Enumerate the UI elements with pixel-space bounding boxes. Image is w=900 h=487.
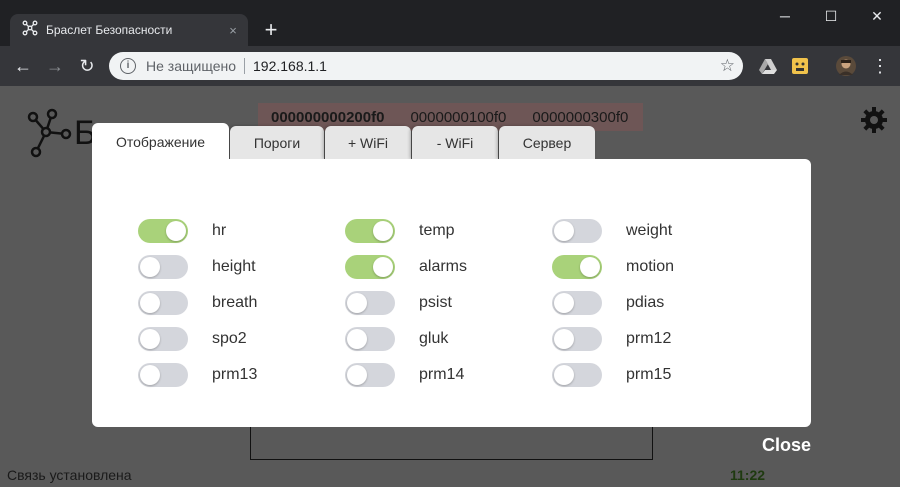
network-favicon-icon [22, 20, 38, 41]
toggle-label: alarms [419, 258, 468, 275]
toggle-label: temp [419, 222, 455, 239]
toggle-knob [347, 293, 367, 313]
toggle-row: prm13 [138, 363, 257, 387]
toggle-row: hr [138, 219, 226, 243]
toggle-row: weight [552, 219, 672, 243]
toggle-knob [554, 329, 574, 349]
toggle-knob [347, 329, 367, 349]
tab-server[interactable]: Сервер [499, 126, 595, 159]
toggle-label: prm13 [212, 366, 258, 383]
toggle-row: prm14 [345, 363, 464, 387]
info-icon[interactable]: i [120, 58, 136, 74]
toggle-label: psist [419, 294, 452, 311]
close-button[interactable]: Close [762, 435, 811, 456]
address-divider [244, 58, 245, 74]
toggle-row: breath [138, 291, 257, 315]
toggle-row: spo2 [138, 327, 247, 351]
toggle-knob [580, 257, 600, 277]
toggle-row: alarms [345, 255, 467, 279]
new-tab-button[interactable]: + [258, 17, 284, 43]
browser-menu-icon[interactable]: ⋮ [866, 52, 894, 80]
profile-avatar[interactable] [836, 56, 856, 76]
toggle-label: prm15 [626, 366, 672, 383]
device-tab-2[interactable]: 0000000100f0 [397, 109, 519, 126]
toggle-switch-motion[interactable] [552, 255, 602, 279]
forward-button[interactable]: → [41, 52, 69, 80]
bookmark-star-icon[interactable]: ☆ [720, 56, 735, 76]
toggle-knob [140, 329, 160, 349]
drive-extension-icon[interactable] [758, 56, 778, 76]
toggle-row: psist [345, 291, 452, 315]
toggle-label: height [212, 258, 256, 275]
maximize-button[interactable]: ☐ [808, 0, 854, 32]
tab-display[interactable]: Отображение [92, 123, 229, 160]
toggle-knob [140, 293, 160, 313]
minimize-button[interactable]: ─ [762, 0, 808, 32]
device-tab-3[interactable]: 0000000300f0 [519, 109, 641, 126]
toggle-switch-prm12[interactable] [552, 327, 602, 351]
connection-status: Связь установлена [7, 467, 132, 483]
toggle-row: prm12 [552, 327, 671, 351]
toggle-switch-prm15[interactable] [552, 363, 602, 387]
toggle-switch-alarms[interactable] [345, 255, 395, 279]
reload-button[interactable]: ↻ [73, 52, 101, 80]
toggle-switch-temp[interactable] [345, 219, 395, 243]
tab-close-icon[interactable]: × [224, 23, 242, 38]
address-bar[interactable]: i Не защищено 192.168.1.1 ☆ [109, 52, 743, 80]
browser-toolbar: ← → ↻ i Не защищено 192.168.1.1 ☆ ⋮ [0, 46, 900, 86]
toggle-row: pdias [552, 291, 664, 315]
toggle-switch-psist[interactable] [345, 291, 395, 315]
network-logo-icon [24, 108, 74, 163]
tab-title: Браслет Безопасности [46, 23, 173, 37]
toggle-switch-prm14[interactable] [345, 363, 395, 387]
toggle-label: weight [626, 222, 673, 239]
tab-add-wifi[interactable]: + WiFi [325, 126, 411, 159]
toggle-row: prm15 [552, 363, 671, 387]
toggle-switch-spo2[interactable] [138, 327, 188, 351]
toggle-switch-weight[interactable] [552, 219, 602, 243]
toggle-label: pdias [626, 294, 665, 311]
url-text[interactable]: 192.168.1.1 [253, 58, 720, 74]
settings-panel: hr height breath spo2 prm13 temp alarms psist gl… [92, 159, 811, 427]
toggle-switch-pdias[interactable] [552, 291, 602, 315]
status-time: 11:22 [730, 467, 766, 483]
window-close-button[interactable]: ✕ [854, 0, 900, 32]
back-button[interactable]: ← [9, 52, 37, 80]
toggle-row: temp [345, 219, 455, 243]
toggle-knob [373, 257, 393, 277]
toggle-knob [554, 221, 574, 241]
toggle-label: breath [212, 294, 258, 311]
toggle-switch-prm13[interactable] [138, 363, 188, 387]
toggle-row: motion [552, 255, 674, 279]
toggle-switch-hr[interactable] [138, 219, 188, 243]
toggle-row: gluk [345, 327, 448, 351]
toggle-label: spo2 [212, 330, 247, 347]
gear-icon[interactable] [860, 106, 888, 139]
device-tab-1[interactable]: 000000000200f0 [258, 109, 397, 126]
tab-remove-wifi[interactable]: - WiFi [412, 126, 498, 159]
toggle-knob [347, 365, 367, 385]
toggle-knob [373, 221, 393, 241]
toggle-knob [554, 293, 574, 313]
toggle-label: prm14 [419, 366, 465, 383]
toggle-knob [140, 365, 160, 385]
page-overlay: Б 000000000200f0 0000000100f0 0000000300… [0, 86, 900, 487]
extension-face-icon[interactable] [790, 56, 810, 76]
security-status: Не защищено [146, 58, 236, 74]
toggle-knob [554, 365, 574, 385]
browser-titlebar: Браслет Безопасности × + ─ ☐ ✕ [0, 0, 900, 46]
toggle-label: gluk [419, 330, 449, 347]
toggle-knob [140, 257, 160, 277]
tab-thresholds[interactable]: Пороги [230, 126, 324, 159]
toggle-knob [166, 221, 186, 241]
browser-tab[interactable]: Браслет Безопасности × [10, 14, 248, 46]
toggle-label: prm12 [626, 330, 672, 347]
toggle-switch-gluk[interactable] [345, 327, 395, 351]
toggle-label: hr [212, 222, 227, 239]
toggle-switch-breath[interactable] [138, 291, 188, 315]
toggle-label: motion [626, 258, 675, 275]
toggle-row: height [138, 255, 256, 279]
toggle-switch-height[interactable] [138, 255, 188, 279]
